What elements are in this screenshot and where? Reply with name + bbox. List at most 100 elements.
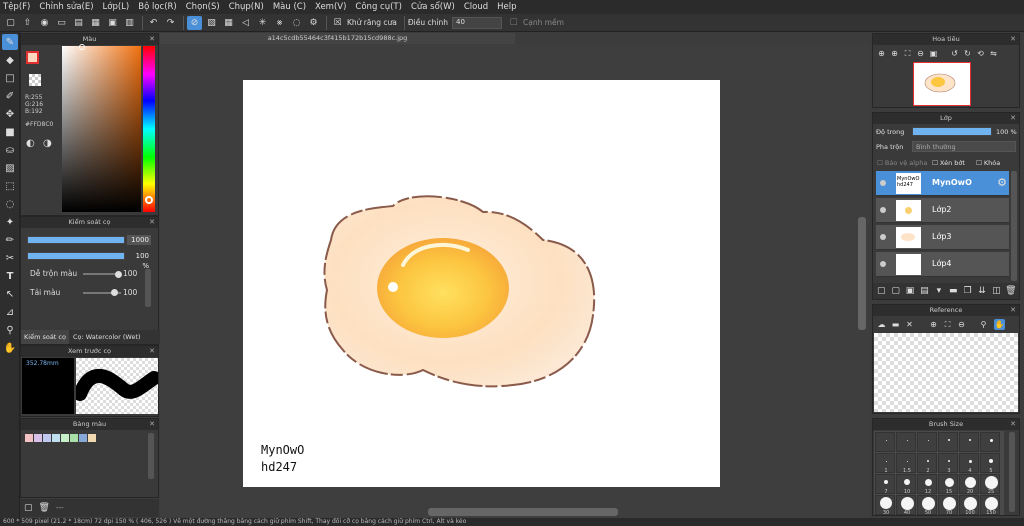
- divide-tool-icon[interactable]: ⊿: [2, 304, 18, 320]
- hue-cursor[interactable]: [145, 196, 153, 204]
- color-wheel-icon[interactable]: ◐: [26, 138, 35, 149]
- hand-tool-icon[interactable]: ✋: [2, 340, 18, 356]
- reload-slider-knob[interactable]: [111, 289, 118, 296]
- swatch[interactable]: [79, 434, 87, 442]
- grid-icon[interactable]: ▦: [88, 16, 103, 30]
- snap-off-icon[interactable]: ⊘: [187, 15, 202, 30]
- menu-view[interactable]: Xem(V): [315, 2, 346, 12]
- document-tab[interactable]: a14c5cdb55464c3f415b172b15cd988c.jpg: [160, 33, 515, 44]
- swatch[interactable]: [61, 434, 69, 442]
- brush-size-cell[interactable]: 15: [938, 474, 958, 495]
- swatch-scrollbar[interactable]: [148, 433, 154, 479]
- new-layer-icon[interactable]: ▢: [875, 284, 887, 298]
- canvas-horizontal-scrollbar[interactable]: [428, 508, 618, 516]
- layer-opacity-slider[interactable]: [912, 127, 992, 136]
- brush-size-cell[interactable]: 12: [917, 474, 937, 495]
- reference-fit-icon[interactable]: ⛶: [942, 319, 953, 330]
- swatch[interactable]: [43, 434, 51, 442]
- edge-checkbox[interactable]: ☐: [506, 16, 521, 30]
- rotate-right-icon[interactable]: ↻: [962, 48, 973, 59]
- gradient-tool-icon[interactable]: ▨: [2, 160, 18, 176]
- brush-size-slider[interactable]: [27, 236, 125, 244]
- brush-size-cell[interactable]: [959, 432, 979, 452]
- snap-circle-icon[interactable]: ◌: [289, 16, 304, 30]
- visibility-icon[interactable]: [880, 261, 886, 267]
- filter-icon[interactable]: ▥: [122, 16, 137, 30]
- redo-icon[interactable]: ↷: [163, 16, 178, 30]
- hue-slider[interactable]: [143, 46, 155, 212]
- saturation-value-picker[interactable]: [62, 46, 141, 212]
- brush-control-scrollbar[interactable]: [145, 269, 151, 307]
- eyedropper-tool-icon[interactable]: ⚲: [2, 322, 18, 338]
- reset-rotation-icon[interactable]: ⟲: [975, 48, 986, 59]
- rect-tool-icon[interactable]: □: [2, 70, 18, 86]
- brush-size-cell[interactable]: 20: [959, 474, 979, 495]
- select-eraser-tool-icon[interactable]: ✂: [2, 250, 18, 266]
- brush-size-cell[interactable]: 2: [917, 453, 937, 474]
- visibility-icon[interactable]: [880, 180, 886, 186]
- brush-size-cell[interactable]: 5: [980, 453, 1000, 474]
- color-picker-icon[interactable]: ◑: [43, 138, 52, 149]
- new-file-icon[interactable]: ▢: [3, 16, 18, 30]
- layer-row[interactable]: MynOwO hd247 MynOwO ⚙: [876, 171, 1009, 196]
- brush-opacity-slider[interactable]: [27, 252, 125, 260]
- operation-tool-icon[interactable]: ↖: [2, 286, 18, 302]
- sv-cursor[interactable]: [79, 44, 85, 50]
- lock-checkbox[interactable]: ☐ Khóa: [976, 159, 1000, 167]
- snap-parallel-icon[interactable]: ▧: [204, 16, 219, 30]
- menu-help[interactable]: Help: [497, 2, 516, 12]
- brush-size-cell[interactable]: 3: [938, 453, 958, 474]
- swatch[interactable]: [52, 434, 60, 442]
- reference-zoom-out-icon[interactable]: ⊖: [956, 319, 967, 330]
- magic-wand-tool-icon[interactable]: ✦: [2, 214, 18, 230]
- reference-canvas-icon[interactable]: ☁: [876, 319, 887, 330]
- rotate-left-icon[interactable]: ↺: [949, 48, 960, 59]
- snap-settings-icon[interactable]: ⚙: [306, 16, 321, 30]
- layer-scrollbar[interactable]: [1011, 171, 1017, 281]
- reference-hand-icon[interactable]: ✋: [994, 319, 1005, 330]
- close-icon[interactable]: ✕: [1010, 419, 1016, 430]
- folder-icon[interactable]: ▬: [947, 284, 959, 298]
- brush-size-cell[interactable]: 50: [917, 495, 937, 516]
- swatch[interactable]: [88, 434, 96, 442]
- actual-size-icon[interactable]: ▣: [928, 48, 939, 59]
- brush-tool-icon[interactable]: ✎: [2, 34, 18, 50]
- tab-brush-control[interactable]: Kiểm soát cọ: [21, 330, 69, 344]
- brush-size-cell[interactable]: 1.5: [896, 453, 916, 474]
- reference-close-icon[interactable]: ✕: [904, 319, 915, 330]
- menu-filter[interactable]: Bộ lọc(R): [138, 2, 177, 12]
- reference-zoom-in-icon[interactable]: ⊕: [928, 319, 939, 330]
- brush-size-cell[interactable]: 1: [875, 453, 895, 474]
- snap-vanish-icon[interactable]: ◁: [238, 16, 253, 30]
- select-pen-tool-icon[interactable]: ✏: [2, 232, 18, 248]
- mix-slider-knob[interactable]: [115, 271, 122, 278]
- visibility-icon[interactable]: [880, 234, 886, 240]
- zoom-in-alt-icon[interactable]: ⊕: [889, 48, 900, 59]
- brush-opacity-value[interactable]: 100 %: [127, 251, 151, 270]
- close-icon[interactable]: ✕: [149, 217, 155, 228]
- text-tool-icon[interactable]: T: [2, 268, 18, 284]
- brush-size-cell[interactable]: [938, 432, 958, 452]
- swatch[interactable]: [34, 434, 42, 442]
- brush-size-cell[interactable]: 10: [896, 474, 916, 495]
- layer-panel-icon[interactable]: ▤: [71, 16, 86, 30]
- close-icon[interactable]: ✕: [149, 34, 155, 45]
- brush-size-cell[interactable]: 40: [896, 495, 916, 516]
- clear-layer-icon[interactable]: ◫: [990, 284, 1002, 298]
- canvas-icon[interactable]: ▣: [105, 16, 120, 30]
- brush-size-cell[interactable]: [980, 432, 1000, 452]
- delete-layer-icon[interactable]: 🗑: [1005, 284, 1017, 298]
- snap-grid-icon[interactable]: ▦: [221, 16, 236, 30]
- brush-size-cell[interactable]: [875, 432, 895, 452]
- canvas-paper[interactable]: [243, 80, 720, 487]
- reference-open-icon[interactable]: ▬: [890, 319, 901, 330]
- brush-size-cell[interactable]: 70: [938, 495, 958, 516]
- fill-rect-tool-icon[interactable]: ■: [2, 124, 18, 140]
- zoom-out-icon[interactable]: ⊖: [915, 48, 926, 59]
- layer-row[interactable]: Lớp3: [876, 225, 1009, 250]
- brush-size-scrollbar[interactable]: [1009, 432, 1015, 512]
- brush-size-cell[interactable]: 100: [959, 495, 979, 516]
- new-layer-1bit-icon[interactable]: ▤: [918, 284, 930, 298]
- layer-row[interactable]: Lớp2: [876, 198, 1009, 223]
- brush-size-cell[interactable]: 150: [980, 495, 1000, 516]
